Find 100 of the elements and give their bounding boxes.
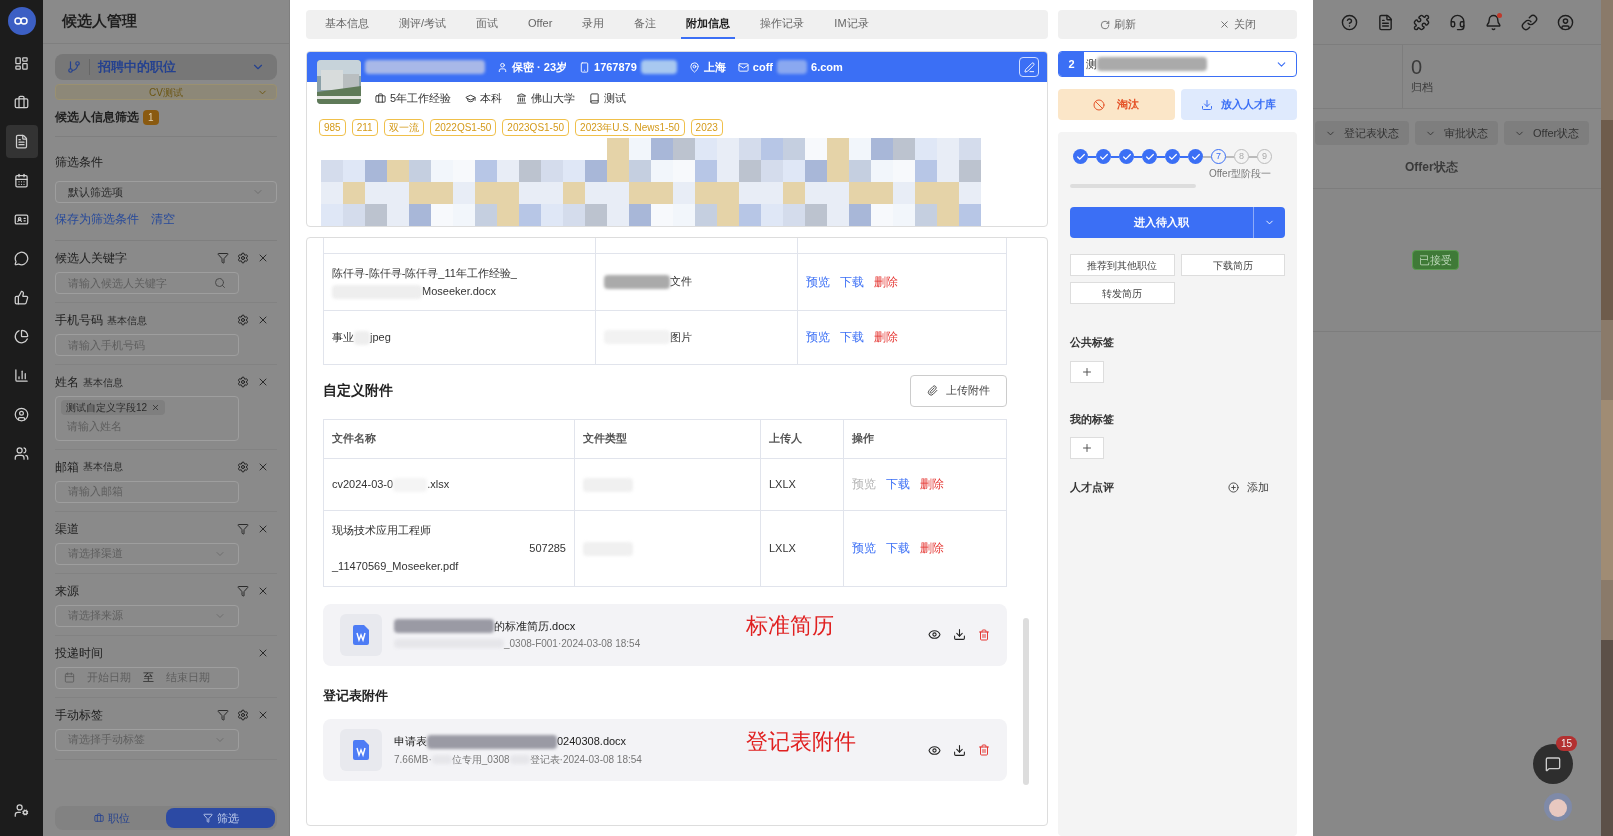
profile-info: 5年工作经验 <box>375 90 452 107</box>
resume-action-button[interactable]: 下载简历 <box>1180 254 1285 276</box>
filter-icon <box>237 522 249 535</box>
page-title: 候选人管理 <box>62 11 137 32</box>
download-link[interactable]: 下载 <box>886 475 910 493</box>
column-header: Offer状态 <box>1405 158 1458 176</box>
close-icon <box>257 252 269 264</box>
user-settings-icon[interactable] <box>14 803 29 818</box>
column-header: 文件名称 <box>332 432 376 445</box>
email-start: coff <box>752 59 773 75</box>
file-type: 文件 <box>670 274 692 290</box>
upload-button[interactable]: 上传附件 <box>910 374 1007 407</box>
candidate-select[interactable]: 2 测 <box>1058 51 1297 77</box>
status-filter[interactable]: Offer状态 <box>1504 121 1590 145</box>
resume-action-button[interactable]: 推荐到其他职位 <box>1070 254 1175 276</box>
field-label: 来源 <box>55 582 79 600</box>
status-filter[interactable]: 审批状态 <box>1415 121 1498 145</box>
ban-icon <box>1093 98 1106 111</box>
panel-tab[interactable]: 职位 <box>57 808 166 828</box>
filter-link[interactable]: 清空 <box>151 210 175 228</box>
profile-info: 测试 <box>589 90 627 107</box>
file-name: 现场技术应用工程师 507285 _11470569_Moseeker.pdf <box>332 523 566 574</box>
field-label: 姓名 <box>55 374 79 391</box>
annotation: 标准简历 <box>746 612 834 640</box>
talent-pool-button[interactable]: 放入人才库 <box>1180 89 1297 120</box>
drawer-tab[interactable]: Offer <box>523 10 558 39</box>
logo-icon <box>7 7 36 35</box>
settings-icon <box>237 460 249 473</box>
drawer-tab[interactable]: 操作记录 <box>755 10 810 39</box>
scrollbar[interactable] <box>1023 618 1029 785</box>
filter-link[interactable]: 保存为筛选条件 <box>55 210 139 228</box>
blurred-redaction <box>640 60 677 74</box>
file-name: 事业 jpeg <box>332 328 587 346</box>
resume-action-button[interactable]: 转发简历 <box>1070 282 1175 304</box>
chat-icon <box>1545 756 1561 772</box>
dropdown-toggle[interactable] <box>1253 207 1285 238</box>
field-sublabel: 基本信息 <box>83 460 123 474</box>
drawer-tab[interactable]: 附加信息 <box>681 10 736 39</box>
blurred-redaction <box>604 274 670 289</box>
field-label: 候选人关键字 <box>55 250 127 267</box>
refresh-button[interactable]: 刷新 <box>1058 16 1178 33</box>
school-tag: 2023QS1-50 <box>502 118 570 136</box>
download-link[interactable]: 下载 <box>840 328 864 346</box>
filter-icon <box>217 252 229 264</box>
field-sublabel: 基本信息 <box>83 375 123 390</box>
add-review-button[interactable]: 添加 <box>1228 479 1269 496</box>
stat-value: 0 <box>1411 55 1424 79</box>
plus-circle-icon <box>1228 481 1239 493</box>
file-name: 0240308.docx <box>557 734 627 750</box>
delete-link[interactable]: 删除 <box>874 272 898 291</box>
calendar-icon <box>64 672 75 683</box>
field-label: 邮箱 <box>55 458 79 476</box>
paperclip-icon <box>927 385 938 396</box>
conditions-label: 筛选条件 <box>55 155 103 169</box>
download-link[interactable]: 下载 <box>840 272 864 291</box>
nav-item[interactable] <box>5 125 38 158</box>
drawer-tab[interactable]: IM记录 <box>829 10 874 39</box>
preview-icon <box>928 628 941 641</box>
section-label: 我的标签 <box>1070 411 1115 427</box>
status-filter[interactable]: 登记表状态 <box>1315 121 1409 145</box>
phone-number: 1767879 <box>594 59 637 75</box>
person-icon <box>497 61 508 73</box>
download-tray-icon <box>1201 98 1214 111</box>
preview-link[interactable]: 预览 <box>806 328 830 346</box>
thumbs-up-icon <box>14 290 29 305</box>
preview-link[interactable]: 预览 <box>852 539 876 557</box>
stat-label: 归档 <box>1411 80 1433 95</box>
drawer-tab[interactable]: 录用 <box>577 10 610 39</box>
puzzle-icon <box>1413 13 1430 31</box>
remove-tag-icon <box>151 403 161 412</box>
download-icon <box>953 628 966 641</box>
uploader: LXLX <box>769 477 796 490</box>
drawer-tab[interactable]: 基本信息 <box>320 10 374 39</box>
word-file-icon <box>340 613 382 656</box>
settings-icon <box>237 252 249 264</box>
field-label: 手机号码 <box>55 312 103 329</box>
primary-action-button[interactable]: 进入待入职 <box>1070 207 1253 238</box>
filter-icon <box>237 584 249 597</box>
school-tag: 双一流 <box>383 118 424 136</box>
blurred-redaction <box>777 60 807 74</box>
reject-button[interactable]: 淘汰 <box>1058 89 1175 120</box>
download-link[interactable]: 下载 <box>886 539 910 557</box>
panel-tab[interactable]: 筛选 <box>166 808 275 828</box>
drawer-tab[interactable]: 面试 <box>471 10 504 39</box>
field-sublabel: 基本信息 <box>107 313 147 328</box>
close-button[interactable]: 关闭 <box>1177 16 1297 33</box>
drawer-tab[interactable]: 备注 <box>629 10 662 39</box>
delete-link[interactable]: 删除 <box>920 539 944 557</box>
delete-link[interactable]: 删除 <box>874 328 898 346</box>
edit-button[interactable] <box>1019 57 1039 77</box>
close-icon <box>257 376 269 388</box>
school-tag: 2022QS1-50 <box>429 118 497 136</box>
file-name: 的标准简历.docx <box>494 618 576 634</box>
conditions-select[interactable]: 默认筛选项 <box>55 181 277 203</box>
drawer-tab[interactable]: 测评/考试 <box>394 10 452 39</box>
delete-link[interactable]: 删除 <box>920 475 944 493</box>
annotation: 登记表附件 <box>746 727 856 756</box>
preview-link[interactable]: 预览 <box>806 272 830 291</box>
school-tag: 2023 <box>690 118 723 136</box>
uploader: LXLX <box>769 541 796 554</box>
